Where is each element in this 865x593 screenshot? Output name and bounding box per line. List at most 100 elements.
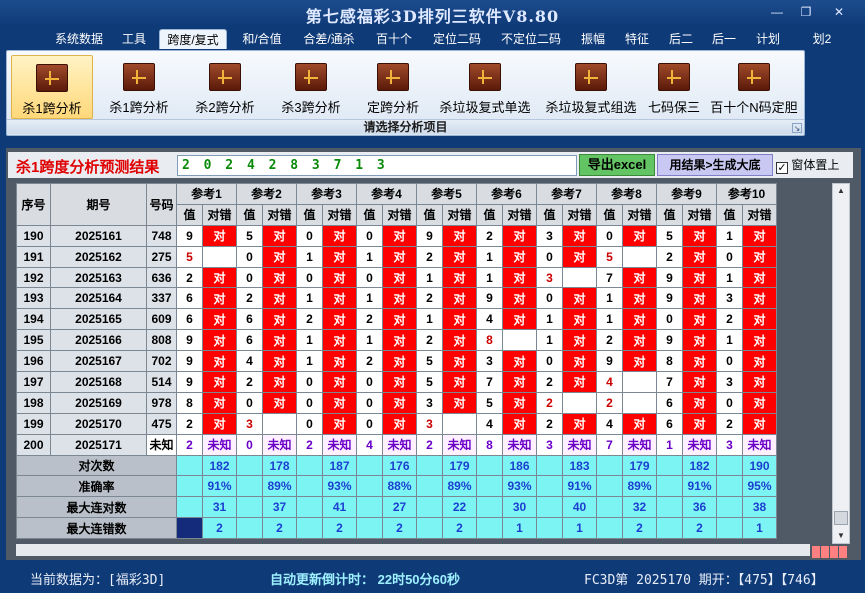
cell-correct: 对 [682, 245, 717, 268]
menu-item[interactable]: 后二 [664, 29, 698, 49]
cell-unknown: 未知 [382, 433, 417, 456]
cell-value: 2 [536, 412, 563, 435]
stats-spacer [236, 496, 263, 519]
cell-correct: 对 [502, 308, 537, 331]
horizontal-scrollbar[interactable] [16, 544, 810, 556]
table-row[interactable]: 199 2025170 475 2 对 3 0 对 0 对 3 4 对 2 对 4 对 6 对 2 对 [16, 412, 777, 435]
status-bar: 当前数据为：[福彩3D] 自动更新倒计时： 22时50分60秒 FC3D第 20… [0, 562, 865, 593]
table-row[interactable]: 194 2025165 609 6 对 6 对 2 对 2 对 1 对 4 对 1 对 1 对 0 对 2 对 [16, 308, 777, 331]
export-excel-button[interactable]: 导出excel [579, 154, 655, 176]
cell-predicted-value: 3 [716, 433, 743, 456]
stats-value: 32 [622, 496, 657, 519]
cell-seq: 197 [16, 371, 51, 393]
stats-spacer [416, 475, 443, 498]
menu-item[interactable]: 工具 [116, 29, 152, 49]
ribbon-button-label: 七码保三 [647, 100, 700, 115]
stats-spacer [536, 475, 563, 498]
cell-correct: 对 [202, 224, 237, 247]
ribbon-button[interactable]: 杀垃圾复式组选 [539, 55, 643, 119]
result-numbers-field[interactable]: 2 0 2 4 2 8 3 7 1 3 [177, 155, 577, 176]
table-row[interactable]: 191 2025162 275 5 0 对 1 对 1 对 2 对 1 对 0 对 5 2 对 0 对 [16, 245, 777, 268]
menu-item[interactable]: 计划 [751, 29, 785, 49]
menu-item[interactable]: 定位二码 [428, 29, 486, 49]
close-icon[interactable]: ✕ [830, 4, 848, 20]
ribbon-button[interactable]: 杀2跨分析 [183, 55, 267, 119]
cell-wrong [622, 391, 657, 414]
stats-spacer [716, 475, 743, 498]
menu-item[interactable]: 不定位二码 [495, 29, 567, 49]
table-row[interactable]: 198 2025169 978 8 对 0 对 0 对 0 对 3 对 5 对 2 2 6 对 0 对 [16, 391, 777, 414]
current-data-label: 当前数据为：[福彩3D] [30, 573, 166, 588]
restore-icon[interactable]: ❐ [797, 4, 815, 20]
cell-value: 1 [716, 224, 743, 247]
menu-item-active[interactable]: 跨度/复式 [159, 29, 227, 49]
menu-item[interactable]: 后一 [707, 29, 741, 49]
cell-correct: 对 [382, 371, 417, 393]
expand-icon[interactable]: ↘ [792, 123, 802, 133]
cell-correct: 对 [262, 245, 297, 268]
ribbon-button[interactable]: 杀垃圾复式单选 [433, 55, 537, 119]
cell-unknown: 未知 [742, 433, 777, 456]
stats-spacer [416, 496, 443, 519]
scroll-up-icon[interactable]: ▲ [834, 184, 848, 198]
ribbon-button[interactable]: 七码保三 [643, 55, 705, 119]
generate-base-button[interactable]: 用结果>生成大底 [657, 154, 773, 176]
cell-value: 0 [296, 224, 323, 247]
cell-unknown: 未知 [202, 433, 237, 456]
prediction-row[interactable]: 200 2025171 未知 2 未知 0 未知 2 未知 4 未知 2 未知 8 未知 3 未知 7 未知 1 未知 3… [16, 433, 777, 456]
table-row[interactable]: 195 2025166 808 9 对 6 对 1 对 1 对 2 对 8 1 对 2 对 9 对 1 对 [16, 329, 777, 352]
minimize-icon[interactable]: — [768, 4, 786, 20]
cell-correct: 对 [622, 266, 657, 289]
cell-correct: 对 [742, 266, 777, 289]
table-row[interactable]: 197 2025168 514 9 对 2 对 0 对 0 对 5 对 7 对 2 对 4 7 对 3 对 [16, 371, 777, 393]
cell-correct: 对 [322, 287, 357, 310]
cell-correct: 对 [742, 350, 777, 373]
ribbon-button[interactable]: 杀1跨分析 [97, 55, 181, 119]
ribbon-button[interactable]: 百十个N码定胆 [707, 55, 801, 119]
menu-item[interactable]: 和/合值 [236, 29, 288, 49]
table-row[interactable]: 196 2025167 702 9 对 4 对 1 对 2 对 5 对 3 对 0 对 9 对 8 对 0 对 [16, 350, 777, 373]
cell-value: 4 [476, 308, 503, 331]
cell-value: 1 [476, 266, 503, 289]
cell-value: 4 [236, 350, 263, 373]
cell-issue: 2025171 [50, 433, 147, 456]
cell-correct: 对 [322, 224, 357, 247]
on-top-checkbox[interactable]: ✓ 窗体置上 [776, 155, 856, 175]
menu-item[interactable]: 特征 [620, 29, 654, 49]
header-value: 值 [296, 203, 323, 226]
ribbon-button[interactable]: 杀3跨分析 [269, 55, 353, 119]
ribbon-button[interactable]: 杀1跨分析 [11, 55, 93, 119]
menu-item[interactable]: 系统数据 [50, 29, 108, 49]
table-row[interactable]: 193 2025164 337 6 对 2 对 1 对 1 对 2 对 9 对 0 对 1 对 9 对 3 对 [16, 287, 777, 310]
cell-value: 6 [656, 391, 683, 414]
table-row[interactable]: 190 2025161 748 9 对 5 对 0 对 0 对 9 对 2 对 3 对 0 对 5 对 1 对 [16, 224, 777, 247]
stats-spacer [536, 454, 563, 477]
scroll-thumb[interactable] [834, 511, 848, 525]
vertical-scrollbar[interactable]: ▲ ▼ [832, 183, 850, 544]
cell-value: 9 [656, 329, 683, 352]
stats-spacer [176, 517, 203, 540]
scroll-down-icon[interactable]: ▼ [834, 529, 848, 543]
ribbon-button[interactable]: 定跨分析 [353, 55, 433, 119]
cell-correct: 对 [262, 350, 297, 373]
cell-value: 0 [236, 266, 263, 289]
table-row[interactable]: 192 2025163 636 2 对 0 对 0 对 0 对 1 对 1 对 3 7 对 9 对 1 对 [16, 266, 777, 289]
cell-value: 6 [656, 412, 683, 435]
menu-item[interactable]: 合差/通杀 [297, 29, 361, 49]
cell-value: 8 [476, 329, 503, 352]
cell-correct: 对 [202, 308, 237, 331]
cell-value: 3 [716, 371, 743, 393]
cell-value: 4 [476, 412, 503, 435]
menu-item[interactable]: 振幅 [576, 29, 610, 49]
header-value: 值 [236, 203, 263, 226]
checkbox-icon[interactable]: ✓ [776, 162, 788, 174]
cell-correct: 对 [202, 371, 237, 393]
stats-spacer [596, 475, 623, 498]
menu-item[interactable]: 百十个 [370, 29, 418, 49]
cell-correct: 对 [442, 308, 477, 331]
stats-label: 最大连错数 [16, 517, 177, 540]
cell-correct: 对 [502, 287, 537, 310]
cell-correct: 对 [562, 329, 597, 352]
cell-value: 0 [296, 266, 323, 289]
cell-correct: 对 [742, 308, 777, 331]
